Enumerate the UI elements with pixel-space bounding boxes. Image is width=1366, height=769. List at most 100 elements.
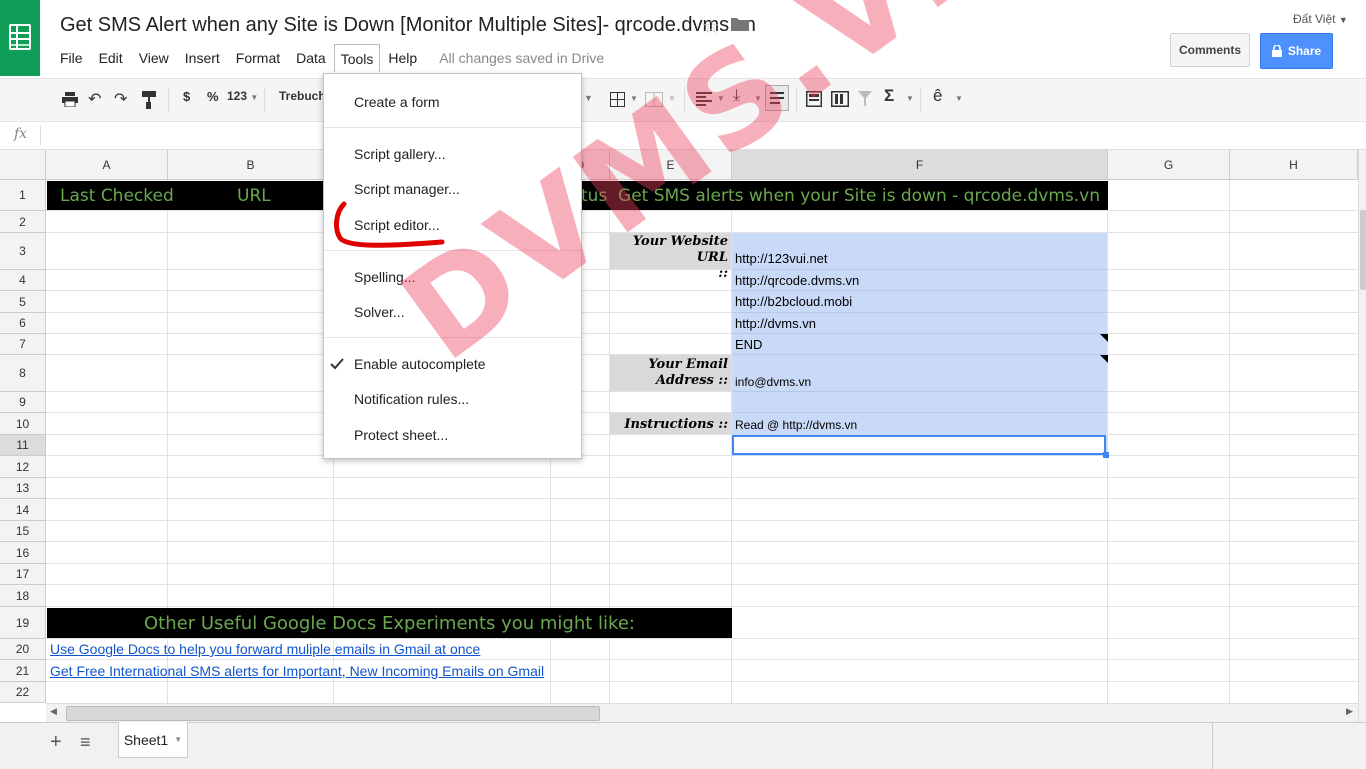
note-indicator-icon	[1100, 334, 1108, 342]
share-button[interactable]: Share	[1260, 33, 1333, 69]
row-header[interactable]: 2	[0, 211, 46, 233]
status-divider	[1212, 723, 1213, 769]
horizontal-scrollbar[interactable]: ◀ ▶	[46, 703, 1358, 722]
sheet-list-icon[interactable]: ≡	[80, 732, 91, 753]
fill-handle[interactable]	[1103, 452, 1109, 458]
cell-a1-last-checked: Last Checked	[60, 185, 174, 206]
select-all-corner[interactable]	[0, 150, 46, 180]
row-header[interactable]: 9	[0, 392, 46, 413]
add-sheet-icon[interactable]: +	[50, 731, 62, 754]
row-header[interactable]: 6	[0, 313, 46, 334]
chevron-down-icon: ▼	[250, 93, 259, 102]
note-indicator-icon	[1100, 355, 1108, 363]
row-header[interactable]: 7	[0, 334, 46, 355]
instructions-value-cell[interactable]: Read @ http://dvms.vn	[735, 418, 857, 432]
chevron-down-icon: ▼	[906, 94, 914, 103]
percent-format-button[interactable]: %	[207, 89, 219, 104]
lock-icon	[1271, 45, 1282, 57]
sigma-icon[interactable]: Σ	[884, 86, 894, 106]
row-header[interactable]: 4	[0, 270, 46, 291]
row-header[interactable]: 11	[0, 435, 46, 456]
font-family-dropdown[interactable]: Trebuch	[279, 89, 326, 103]
url-cell[interactable]: http://123vui.net	[735, 251, 828, 266]
row-header[interactable]: 10	[0, 413, 46, 435]
document-title[interactable]: Get SMS Alert when any Site is Down [Mon…	[60, 14, 756, 37]
chevron-down-icon[interactable]: ▼	[584, 93, 593, 103]
menu-item-script-gallery[interactable]: Script gallery...	[354, 146, 446, 162]
redo-icon[interactable]: ↷	[114, 89, 127, 109]
menu-help[interactable]: Help	[380, 48, 425, 68]
menu-tools[interactable]: Tools	[333, 44, 381, 72]
menu-item-create-form[interactable]: Create a form	[354, 94, 440, 110]
row-header[interactable]: 1	[0, 180, 46, 211]
chevron-down-icon: ▼	[1338, 15, 1348, 25]
email-label: Your Email Address ::	[610, 357, 728, 389]
input-tools-button[interactable]: ê	[933, 86, 942, 106]
row-header[interactable]: 15	[0, 521, 46, 542]
chevron-down-icon: ▼	[955, 94, 963, 103]
menu-item-protect-sheet[interactable]: Protect sheet...	[354, 427, 448, 443]
print-icon[interactable]	[62, 92, 78, 107]
column-header-f[interactable]: F	[732, 150, 1108, 180]
column-header-g[interactable]: G	[1108, 150, 1230, 180]
link-forward-emails[interactable]: Use Google Docs to help you forward muli…	[50, 641, 480, 657]
menu-file[interactable]: File	[52, 48, 91, 68]
menu-view[interactable]: View	[131, 48, 177, 68]
row-header[interactable]: 14	[0, 499, 46, 521]
sheet-tab-label: Sheet1	[123, 731, 169, 748]
column-header-b[interactable]: B	[168, 150, 334, 180]
url-cell[interactable]: http://b2bcloud.mobi	[735, 294, 852, 309]
menu-insert[interactable]: Insert	[177, 48, 228, 68]
row-header[interactable]: 21	[0, 660, 46, 682]
menu-bar: File Edit View Insert Format Data Tools …	[52, 44, 604, 72]
number-format-dropdown[interactable]: 123 ▼	[227, 89, 258, 103]
menu-format[interactable]: Format	[228, 48, 288, 68]
email-label-line1: Your Email	[648, 357, 728, 372]
row-header[interactable]: 3	[0, 233, 46, 270]
url-cell[interactable]: http://qrcode.dvms.vn	[735, 273, 859, 288]
undo-icon[interactable]: ↶	[88, 89, 101, 109]
row-header[interactable]: 22	[0, 682, 46, 703]
vertical-scroll-thumb[interactable]	[1360, 210, 1366, 290]
sheet-tab-sheet1[interactable]: Sheet1 ▼	[118, 722, 188, 758]
row-header[interactable]: 5	[0, 291, 46, 313]
menu-item-script-manager[interactable]: Script manager...	[354, 181, 460, 197]
vertical-scrollbar[interactable]	[1358, 150, 1366, 722]
row-header[interactable]: 17	[0, 564, 46, 585]
url-cell[interactable]: END	[735, 337, 762, 352]
column-header-a[interactable]: A	[46, 150, 168, 180]
scroll-left-icon[interactable]: ◀	[50, 706, 57, 717]
chevron-down-icon[interactable]: ▼	[174, 735, 182, 744]
email-value-cell[interactable]: info@dvms.vn	[735, 375, 811, 389]
other-experiments-banner: Other Useful Google Docs Experiments you…	[47, 608, 732, 638]
menu-item-notification-rules[interactable]: Notification rules...	[354, 391, 469, 407]
email-label-line2: Address ::	[655, 373, 728, 388]
cell-b1-url: URL	[237, 185, 271, 206]
row-header[interactable]: 13	[0, 478, 46, 499]
menu-item-solver[interactable]: Solver...	[354, 304, 405, 320]
menu-data[interactable]: Data	[288, 48, 334, 68]
scroll-right-icon[interactable]: ▶	[1346, 706, 1353, 717]
horizontal-scroll-thumb[interactable]	[66, 706, 600, 721]
paint-format-icon[interactable]	[142, 91, 156, 109]
column-header-h[interactable]: H	[1230, 150, 1358, 180]
menu-edit[interactable]: Edit	[91, 48, 131, 68]
instructions-label: Instructions ::	[624, 417, 728, 432]
row-header[interactable]: 12	[0, 456, 46, 478]
fx-icon: fx	[14, 126, 28, 142]
active-cell-f11[interactable]	[732, 435, 1106, 455]
sheets-logo-icon[interactable]	[0, 0, 40, 76]
comments-button[interactable]: Comments	[1170, 33, 1250, 67]
row-header[interactable]: 16	[0, 542, 46, 564]
row-header[interactable]: 18	[0, 585, 46, 607]
share-label: Share	[1287, 44, 1322, 58]
user-name[interactable]: Đất Việt ▼	[1293, 12, 1348, 26]
checkmark-icon	[330, 358, 344, 370]
currency-format-button[interactable]: $	[183, 89, 190, 104]
url-cell[interactable]: http://dvms.vn	[735, 316, 816, 331]
row-header[interactable]: 20	[0, 639, 46, 660]
row-header[interactable]: 19	[0, 607, 46, 639]
user-name-label: Đất Việt	[1293, 12, 1336, 26]
row-header[interactable]: 8	[0, 355, 46, 392]
link-sms-alerts[interactable]: Get Free International SMS alerts for Im…	[50, 663, 544, 679]
